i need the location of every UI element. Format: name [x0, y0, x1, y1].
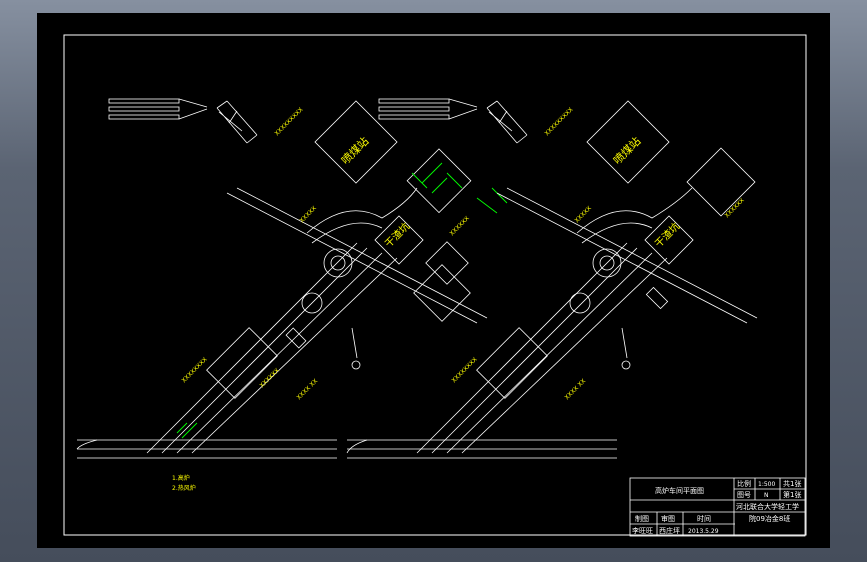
school-line-2: 院09冶金8班	[749, 514, 790, 523]
sheets-total: 共1张	[783, 479, 801, 488]
svg-text:XXXXXXXXX: XXXXXXXXX	[273, 106, 304, 137]
legend-item-1: 1.高炉	[172, 474, 190, 482]
left-plan-green	[176, 162, 508, 439]
svg-text:XXXXXX: XXXXXX	[723, 197, 745, 219]
right-plan-labels: XXXXXXXXX XXXXX XXXXXXXX XXXX XX XXXXXX	[450, 106, 745, 401]
right-coal-station-label: 喷煤站	[610, 134, 643, 167]
svg-text:XXXXXXXX: XXXXXXXX	[450, 356, 478, 384]
svg-text:XXXXXXXX: XXXXXXXX	[180, 356, 208, 384]
drawing-sheet[interactable]: XXXXXXXXX XXXXX XXXXXXXX XXXX XX XXXXXX …	[37, 13, 830, 548]
svg-text:XXXXXXXXX: XXXXXXXXX	[543, 106, 574, 137]
scale-value: 1:500	[758, 481, 775, 488]
date-value: 2013.5.29	[688, 528, 719, 535]
svg-text:XXXX XX: XXXX XX	[295, 378, 319, 402]
left-plan	[76, 98, 488, 459]
drawing-canvas: XXXXXXXXX XXXXX XXXXXXXX XXXX XX XXXXXX …	[63, 34, 807, 537]
svg-text:XXXXX: XXXXX	[573, 205, 592, 224]
left-coal-station-label: 喷煤站	[338, 134, 371, 167]
school-line-1: 河北联合大学轻工学	[736, 502, 799, 511]
checked-label: 审图	[661, 514, 675, 523]
legend-item-2: 2.热风炉	[172, 484, 196, 492]
right-plan	[347, 98, 758, 459]
drawing-border	[63, 34, 807, 536]
designer-name: 李旺旺	[632, 526, 653, 535]
left-plan-labels: XXXXXXXXX XXXXX XXXXXXXX XXXX XX XXXXXX …	[180, 106, 470, 401]
svg-text:XXXX XX: XXXX XX	[563, 378, 587, 402]
drawing-no-label: 图号	[737, 491, 751, 499]
svg-text:XXXXXX: XXXXXX	[448, 215, 470, 237]
drawn-label: 制图	[635, 514, 649, 523]
scale-label: 比例	[737, 479, 751, 488]
svg-text:XXXXX: XXXXX	[298, 205, 317, 224]
checker-name: 西庄坪	[659, 526, 680, 535]
drawing-title: 高炉车间平面图	[655, 486, 704, 495]
date-label: 时间	[697, 514, 711, 523]
sheet-label: 第1张	[783, 490, 801, 499]
drawing-no-value: N	[764, 492, 769, 499]
title-block-text: 高炉车间平面图 比例 1:500 共1张 图号 N 第1张 河北联合大学轻工学 …	[632, 479, 801, 535]
